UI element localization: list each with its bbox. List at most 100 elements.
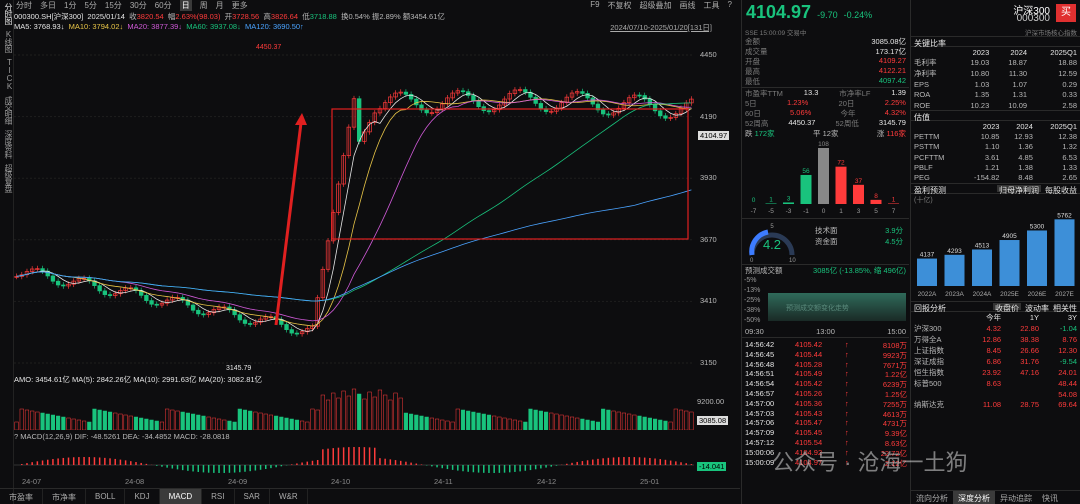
volume-bar <box>227 420 232 430</box>
volume-bar <box>35 411 40 430</box>
price-tick: 3670 <box>700 234 717 244</box>
candle <box>50 275 56 282</box>
dist-label: 3 <box>857 208 861 215</box>
period-8[interactable]: 周 <box>200 0 208 11</box>
dist-label: 5 <box>874 208 878 215</box>
tool-4[interactable]: 工具 <box>704 0 720 11</box>
eps-tab[interactable]: 每股收益 <box>1045 185 1077 195</box>
candle <box>201 313 206 316</box>
period-0[interactable]: 分时 <box>16 0 32 11</box>
volume-bar <box>40 412 45 430</box>
dist-bar <box>853 184 864 204</box>
candle <box>55 280 61 286</box>
tool-0[interactable]: F9 <box>590 0 599 11</box>
candle <box>357 98 362 142</box>
indicator-tab-5[interactable]: RSI <box>202 489 235 504</box>
volume-bar <box>466 410 471 430</box>
date-tick: 24-12 <box>537 477 557 486</box>
volatility-tab[interactable]: 波动率 <box>1025 303 1049 313</box>
period-2[interactable]: 1分 <box>64 0 76 11</box>
volume-bar <box>388 399 393 430</box>
candle <box>284 324 289 330</box>
tool-2[interactable]: 超级叠加 <box>640 0 672 11</box>
volume-bar <box>341 390 346 430</box>
right-tab-2[interactable]: 异动追踪 <box>995 491 1037 504</box>
period-5[interactable]: 30分 <box>130 0 147 11</box>
candle <box>652 104 658 112</box>
sidebar-item-1[interactable]: K线图 <box>0 27 14 55</box>
forecast-level: -38% <box>744 307 761 314</box>
close-tab[interactable]: 收盘价 <box>993 302 1021 313</box>
indicator-tab-4[interactable]: MACD <box>159 489 203 504</box>
volume-bar <box>684 410 689 430</box>
breadth-row: 跌 172家 平 12家 涨 116家 <box>745 129 906 138</box>
tool-1[interactable]: 不复权 <box>608 0 632 11</box>
candle <box>97 285 102 292</box>
volume-bar <box>139 417 144 430</box>
profit-bar <box>1054 219 1075 286</box>
breadth-distribution-chart: 0 -7 1 -5 3 -3 56 -1 108 0 72 1 37 3 8 5 1 7 <box>751 141 899 215</box>
indicator-tab-3[interactable]: KDJ <box>125 489 160 504</box>
index-tag: 沪深市场核心指数 <box>1025 30 1077 37</box>
dist-bar <box>818 148 829 204</box>
volume-bar <box>455 408 460 430</box>
candlestick-chart[interactable]: 4450.37 3145.79 <box>14 35 694 373</box>
volume-bar <box>403 412 408 430</box>
tool-5[interactable]: ? <box>728 0 732 11</box>
profit-bar <box>944 254 965 286</box>
sidebar-item-5[interactable]: 超级复盘 <box>0 161 14 195</box>
volume-bar <box>180 411 185 430</box>
sidebar-item-3[interactable]: 成交明细 <box>0 93 14 127</box>
volume-bar <box>346 395 351 430</box>
volume-bar <box>310 408 315 430</box>
profit-category: 2026E <box>1028 291 1047 298</box>
volume-bar <box>549 412 554 430</box>
right-tab-3[interactable]: 快讯 <box>1037 491 1063 504</box>
net-profit-tab[interactable]: 归母净利润 <box>997 184 1041 195</box>
period-3[interactable]: 5分 <box>84 0 96 11</box>
forecast-time-axis: 09:30 13:00 15:00 <box>745 327 906 336</box>
correlation-tab[interactable]: 相关性 <box>1053 303 1077 313</box>
table-row: 净利率 10.80 11.30 12.59 <box>914 69 1077 79</box>
right-tab-0[interactable]: 流向分析 <box>911 491 953 504</box>
indicator-tab-6[interactable]: SAR <box>235 489 270 504</box>
period-6[interactable]: 60分 <box>155 0 172 11</box>
volume-bar <box>149 419 154 430</box>
right-tab-1[interactable]: 深度分析 <box>953 491 995 504</box>
stat-row: 成交量 173.17亿 <box>745 47 906 56</box>
profit-category: 2023A <box>945 291 964 298</box>
period-4[interactable]: 15分 <box>105 0 122 11</box>
sidebar-item-0[interactable]: 分时图 <box>0 0 14 27</box>
indicator-tab-0[interactable]: 市盈率 <box>0 489 43 504</box>
period-1[interactable]: 多日 <box>40 0 56 11</box>
volume-bar <box>45 413 50 430</box>
candle <box>237 314 242 321</box>
volume-bar <box>564 415 569 430</box>
volume-bar <box>274 415 279 430</box>
date-tick: 24-11 <box>434 477 453 486</box>
profit-category: 2025E <box>1000 291 1019 298</box>
indicator-tab-7[interactable]: W&R <box>270 489 308 504</box>
table-row: 万得全A 12.86 38.38 8.76 <box>914 334 1077 344</box>
svg-text:0: 0 <box>750 258 754 263</box>
forecast-level: -13% <box>744 287 761 294</box>
period-7[interactable]: 日 <box>179 0 192 11</box>
sidebar-item-4[interactable]: 深度资料 <box>0 127 14 161</box>
period-10[interactable]: 更多 <box>232 0 248 11</box>
indicator-tab-2[interactable]: BOLL <box>86 489 126 504</box>
trade-row: 14:57:00 4105.36 ↑ 7255万 <box>745 398 907 409</box>
volume-bar <box>663 420 668 430</box>
volume-bar <box>289 418 294 430</box>
buy-button[interactable]: 买 <box>1056 4 1076 22</box>
indicator-tab-1[interactable]: 市净率 <box>43 489 86 504</box>
volume-bar <box>627 413 632 430</box>
candle <box>523 89 528 93</box>
sidebar-item-2[interactable]: TICK <box>0 55 14 93</box>
tool-3[interactable]: 画线 <box>680 0 696 11</box>
period-9[interactable]: 月 <box>216 0 224 11</box>
table-row: PBLF 1.21 1.38 1.33 <box>914 163 1077 173</box>
profit-bar <box>917 258 937 286</box>
volume-bar <box>118 413 123 430</box>
date-tick: 24-10 <box>331 477 351 486</box>
profit-category: 2024A <box>973 291 992 298</box>
